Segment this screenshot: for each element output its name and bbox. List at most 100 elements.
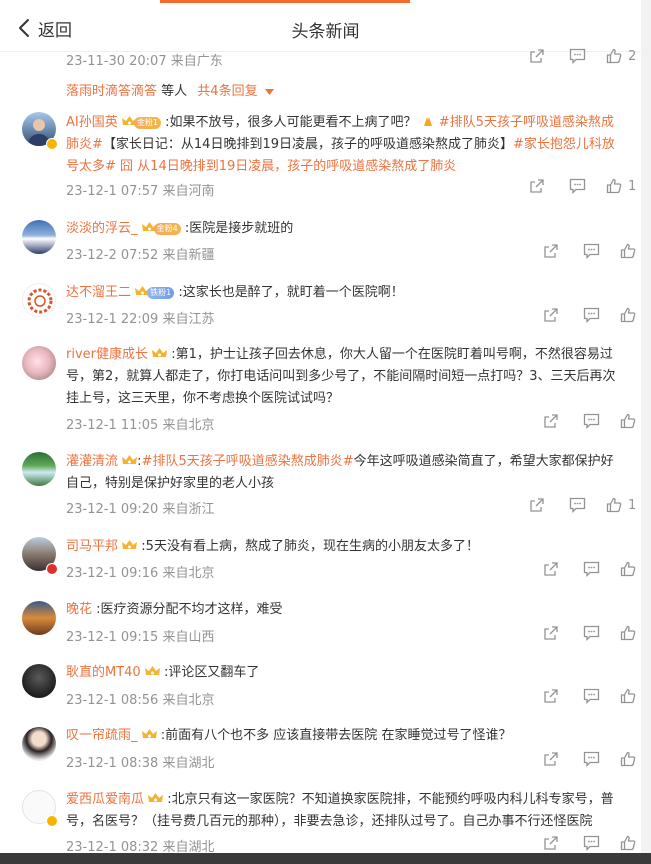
share-button[interactable]: [529, 497, 545, 513]
share-button[interactable]: [529, 178, 545, 194]
share-button[interactable]: [543, 688, 559, 704]
comment-button[interactable]: [569, 497, 586, 513]
comment-meta: 23-12-1 08:38 来自湖北: [66, 756, 215, 771]
share-icon: [544, 308, 558, 322]
topic-link[interactable]: #排队5天孩子呼吸道感染熬成肺炎#: [142, 454, 354, 469]
comment-text: :医疗资源分配不均才这样，难受: [96, 602, 283, 617]
share-button[interactable]: [543, 307, 559, 323]
like-button[interactable]: [620, 625, 636, 641]
comment-button[interactable]: [583, 413, 600, 429]
verified-badge: [46, 815, 58, 827]
comment-text: :如果不放号，很多人可能更看不上病了吧？: [165, 115, 417, 130]
share-icon: [530, 49, 544, 63]
comment-icon: [583, 243, 600, 259]
comment-username[interactable]: 淡淡的浮云_: [66, 221, 138, 236]
comment-button[interactable]: [583, 307, 600, 323]
like-button[interactable]: 2: [606, 48, 636, 64]
crown-icon: [141, 729, 157, 738]
comment-username[interactable]: AI孙国英: [66, 115, 118, 130]
comment-body: 耿直的MT40 :评论区又翻车了: [66, 662, 626, 684]
topic-link[interactable]: 囧 从14日晚排到19日凌晨，孩子的呼吸道感染熬成了肺炎: [120, 159, 456, 174]
comment-button[interactable]: [583, 243, 600, 259]
comment-username[interactable]: 达不溜王二: [66, 285, 131, 300]
comment-meta: 23-12-1 09:16 来自北京: [66, 566, 215, 581]
like-button[interactable]: [620, 751, 636, 767]
share-button[interactable]: [543, 835, 559, 851]
comment-text: 【家长日记：从14日晚排到19日凌晨，孩子的呼吸道感染熬成了肺炎】: [102, 137, 513, 152]
comment-text: :第1，护士让孩子回去休息，你大人留一个在医院盯着叫号啊，不然很容易过号，第2，…: [66, 347, 616, 406]
like-button[interactable]: 1: [606, 178, 636, 194]
share-icon: [544, 414, 558, 428]
crown-icon: [122, 540, 138, 549]
share-button[interactable]: [529, 48, 545, 64]
avatar[interactable]: [22, 220, 56, 254]
share-button[interactable]: [543, 561, 559, 577]
like-button[interactable]: [620, 835, 636, 851]
verified-badge: [46, 563, 58, 575]
like-icon: [620, 561, 636, 577]
comment-button[interactable]: [583, 625, 600, 641]
share-button[interactable]: [543, 751, 559, 767]
like-button[interactable]: [620, 561, 636, 577]
like-icon: [620, 835, 636, 851]
comment-username[interactable]: 爱西瓜爱南瓜: [66, 792, 144, 807]
like-button[interactable]: [620, 688, 636, 704]
avatar[interactable]: [22, 664, 56, 698]
comment-body: 司马平邦 :5天没有看上病，熬成了肺炎，现在生病的小朋友太多了！: [66, 536, 626, 558]
sub-reply-text: 等人: [157, 84, 188, 99]
comment-username[interactable]: 晚花: [66, 602, 92, 617]
share-icon: [544, 752, 558, 766]
scrollbar[interactable]: [641, 0, 651, 864]
comment-actions: [543, 751, 636, 767]
comment-button[interactable]: [583, 561, 600, 577]
comment-icon: [583, 835, 600, 851]
comment-meta: 23-12-1 07:57 来自河南: [66, 184, 215, 199]
caret-down-icon: [264, 89, 274, 95]
comment-meta: 23-12-1 09:15 来自山西: [66, 630, 215, 645]
comment-text: :前面有八个也不多 应该直接带去医院 在家睡觉过号了怪谁？: [160, 728, 512, 743]
sub-reply-summary[interactable]: 落雨时滴答滴答 等人 共4条回复: [66, 80, 274, 99]
avatar[interactable]: [22, 452, 56, 486]
share-button[interactable]: [543, 625, 559, 641]
crown-icon: [144, 666, 160, 675]
comment-button[interactable]: [583, 688, 600, 704]
comment-username[interactable]: 耿直的MT40: [66, 665, 141, 680]
hands-emoji-icon: [423, 117, 432, 126]
like-icon: [620, 413, 636, 429]
comment-actions: 2: [529, 48, 636, 64]
comment-username[interactable]: river健康成长: [66, 347, 148, 362]
comment-meta: 23-12-1 22:09 来自江苏: [66, 312, 215, 327]
like-button[interactable]: 1: [606, 497, 636, 513]
avatar[interactable]: [22, 727, 56, 761]
comment-icon: [583, 307, 600, 323]
comment-username[interactable]: 叹一帘疏雨_: [66, 728, 138, 743]
like-button[interactable]: [620, 413, 636, 429]
comment-meta: 23-12-1 08:56 来自北京: [66, 693, 215, 708]
comment-button[interactable]: [583, 835, 600, 851]
like-button[interactable]: [620, 243, 636, 259]
comment-actions: 1: [529, 178, 636, 194]
comment-icon: [569, 178, 586, 194]
comment-icon: [583, 625, 600, 641]
top-bar: 返回 头条新闻: [0, 0, 651, 52]
comment-username[interactable]: 司马平邦: [66, 539, 118, 554]
fan-badge: 金粉1: [133, 117, 161, 129]
comment-username[interactable]: 灌灌清流: [66, 454, 118, 469]
share-icon: [544, 626, 558, 640]
avatar[interactable]: [22, 283, 56, 317]
share-icon: [544, 244, 558, 258]
sub-reply-more[interactable]: 共4条回复: [197, 84, 257, 99]
share-icon: [544, 836, 558, 850]
comment-body: 爱西瓜爱南瓜 :北京只有这一家医院？不知道换家医院排，不能预约呼吸内科儿科专家号…: [66, 789, 626, 833]
share-button[interactable]: [543, 413, 559, 429]
comment-button[interactable]: [569, 178, 586, 194]
sub-reply-name[interactable]: 落雨时滴答滴答: [66, 84, 157, 99]
crown-icon: [122, 455, 138, 464]
comment-button[interactable]: [583, 751, 600, 767]
avatar[interactable]: [22, 346, 56, 380]
crown-icon: [152, 348, 168, 357]
like-button[interactable]: [620, 307, 636, 323]
avatar[interactable]: [22, 601, 56, 635]
comment-button[interactable]: [569, 48, 586, 64]
share-button[interactable]: [543, 243, 559, 259]
